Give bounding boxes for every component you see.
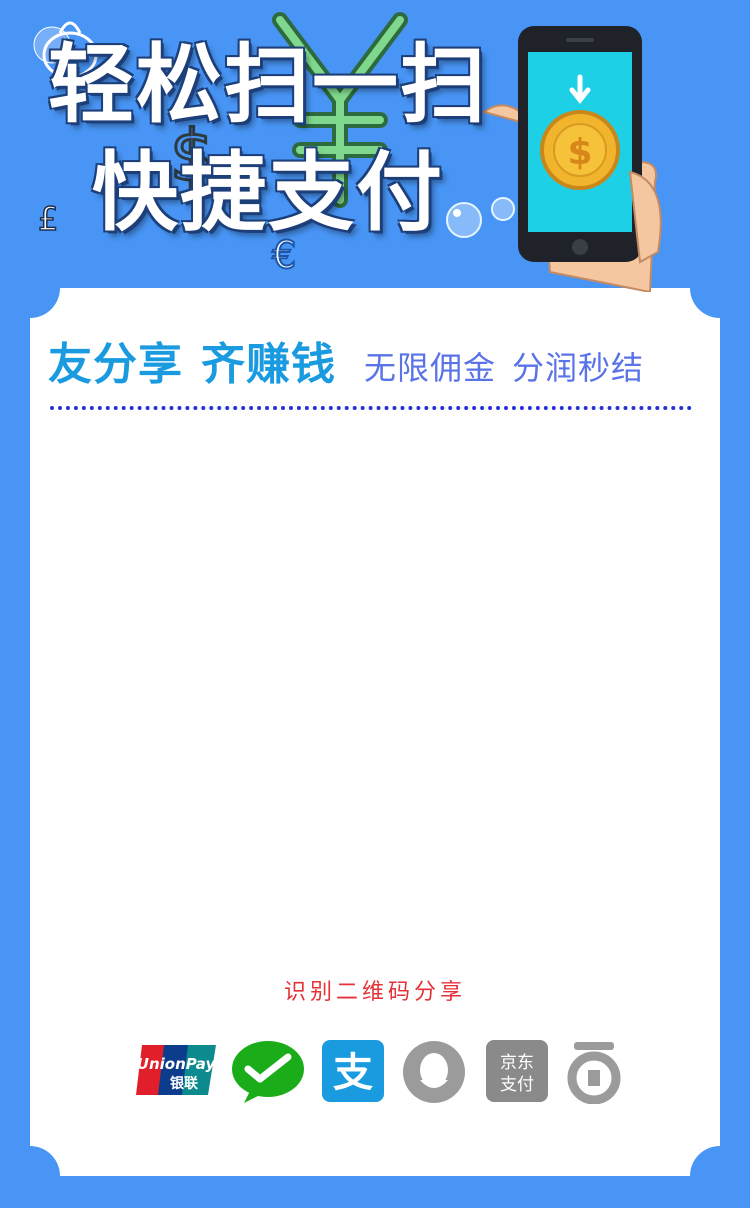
hero-banner: $ £ € $ 轻松扫一扫 快捷支付 bbox=[0, 0, 750, 300]
slogan-part4: 分润秒结 bbox=[512, 349, 645, 387]
slogan-part1: 友分享 bbox=[48, 339, 183, 390]
card-notch bbox=[690, 258, 750, 318]
unionpay-text: UnionPay bbox=[137, 1055, 217, 1073]
unionpay-cn-text: 银联 bbox=[170, 1075, 199, 1092]
wechat-pay-icon bbox=[232, 1041, 304, 1103]
svg-text:£: £ bbox=[38, 200, 58, 238]
scan-qr-label: 识别二维码分享 bbox=[283, 980, 466, 1005]
slogan: 友分享 齐赚钱 无限佣金 分润秒结 bbox=[48, 328, 644, 392]
card-notch bbox=[0, 1146, 60, 1206]
hero-title-line2: 快捷支付 bbox=[92, 143, 444, 243]
unionpay-icon: UnionPay 银联 bbox=[136, 1045, 217, 1095]
jd-pay-line1: 京东 bbox=[500, 1053, 534, 1073]
jd-pay-icon: 京东 支付 bbox=[486, 1040, 548, 1102]
jd-pay-line2: 支付 bbox=[500, 1075, 534, 1095]
slogan-part3: 无限佣金 bbox=[364, 349, 497, 387]
pound-sign-icon: £ bbox=[37, 199, 59, 238]
bubble-icon bbox=[446, 202, 482, 238]
share-card: 友分享齐赚钱无限佣金分润秒结 识别二维码分享 UnionPay 银联 支 bbox=[0, 258, 750, 1206]
qq-wallet-icon bbox=[403, 1041, 465, 1103]
card-notch bbox=[0, 258, 60, 318]
alipay-glyph: 支 bbox=[333, 1050, 373, 1096]
dotted-divider bbox=[50, 406, 692, 410]
card-notch bbox=[690, 1146, 750, 1206]
slogan-part2: 齐赚钱 bbox=[201, 339, 336, 390]
alipay-icon: 支 bbox=[322, 1040, 384, 1102]
phone-payment-illustration: $ bbox=[481, 26, 662, 292]
baidu-wallet-icon bbox=[567, 1042, 621, 1104]
hero-title-line1: 轻松扫一扫 bbox=[48, 35, 488, 135]
svg-text:$: $ bbox=[567, 132, 592, 173]
